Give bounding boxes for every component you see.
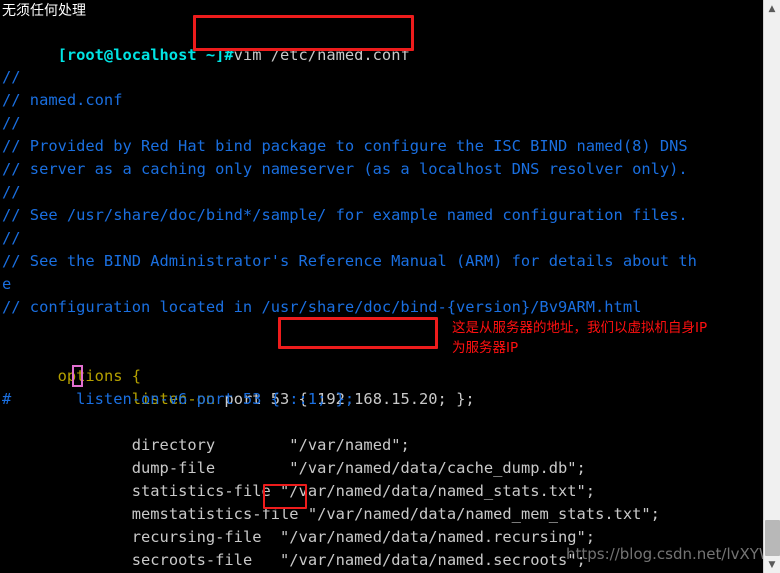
scroll-down-arrow-icon[interactable]: ▼ — [764, 556, 780, 573]
listen-on-suffix: }; — [446, 390, 475, 408]
scroll-up-arrow-icon[interactable]: ▲ — [764, 0, 780, 17]
ip-annotation-line-2: 为服务器IP — [452, 340, 519, 356]
file-line-3: // — [2, 114, 21, 132]
file-line-1: // — [2, 68, 21, 86]
vim-block-cursor — [72, 365, 83, 387]
file-line-8: // — [2, 229, 21, 247]
top-note-text: 无须任何处理 — [2, 3, 86, 19]
setting-directory-line: directory "/var/named"; — [2, 411, 410, 454]
file-line-6: // — [2, 183, 21, 201]
file-line-11: // configuration located in /usr/share/d… — [2, 298, 642, 316]
listen-on-v6-line: # listen-on-v6 port 53 { ::1; }; — [2, 390, 355, 408]
setting-secroots-file-line: secroots-file "/var/named/data/named.sec… — [2, 526, 586, 569]
setting-statistics-file-line: statistics-file "/var/named/data/named_s… — [2, 457, 595, 500]
terminal-text-area[interactable]: 无须任何处理 [root@localhost ~]#vim /etc/named… — [0, 0, 763, 573]
vim-command-highlight-box — [193, 15, 414, 51]
file-line-2: // named.conf — [2, 91, 123, 109]
setting-dump-file-line: dump-file "/var/named/data/cache_dump.db… — [2, 434, 586, 477]
allow-query-any-highlight-box — [263, 484, 307, 509]
options-open-line: options { — [2, 342, 141, 385]
scrollbar-thumb[interactable] — [765, 520, 780, 556]
listen-on-ip-highlight-box — [278, 317, 438, 349]
setting-memstatistics-file-line: memstatistics-file "/var/named/data/name… — [2, 480, 660, 523]
file-line-4: // Provided by Red Hat bind package to c… — [2, 137, 688, 155]
file-line-7: // See /usr/share/doc/bind*/sample/ for … — [2, 206, 688, 224]
file-line-10: e — [2, 275, 12, 293]
terminal-screenshot: 无须任何处理 [root@localhost ~]#vim /etc/named… — [0, 0, 780, 573]
vertical-scrollbar[interactable]: ▲ ▼ — [763, 0, 780, 573]
allow-query-line: allow-query { any; }; — [2, 549, 363, 572]
ip-annotation-line-1: 这是从服务器的地址，我们以虚拟机自身IP — [452, 320, 708, 336]
file-line-5: // server as a caching only nameserver (… — [2, 160, 688, 178]
scrollbar-track[interactable] — [764, 17, 780, 556]
file-line-9: // See the BIND Administrator's Referenc… — [2, 252, 697, 270]
